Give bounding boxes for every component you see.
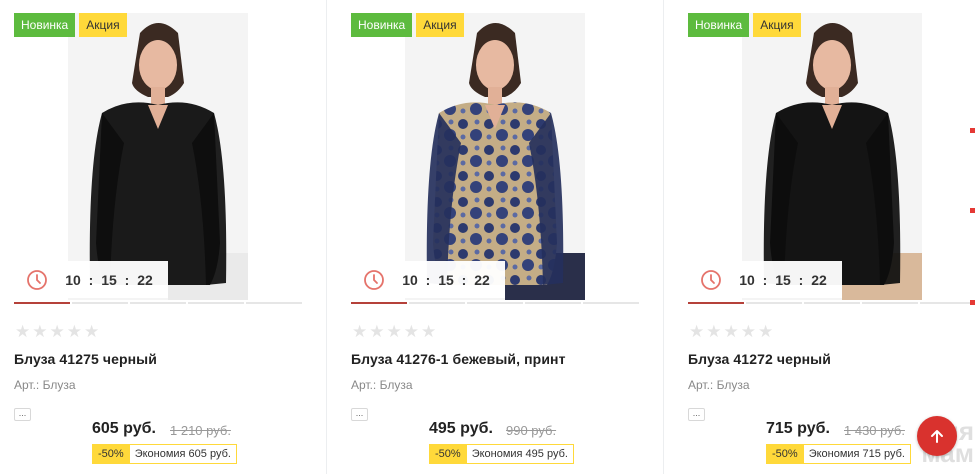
countdown-timer: 10 : 15 : 22 bbox=[14, 261, 168, 298]
current-price: 495 руб. bbox=[429, 420, 493, 437]
star-icon[interactable]: ★ bbox=[84, 323, 99, 340]
timer-hours: 10 bbox=[402, 271, 418, 288]
savings-amount: Экономия 605 руб. bbox=[129, 444, 237, 464]
discount-percent: -50% bbox=[766, 444, 804, 464]
badge-new: Новинка bbox=[688, 13, 750, 37]
edge-marker bbox=[970, 208, 975, 213]
star-icon[interactable]: ★ bbox=[352, 323, 367, 340]
badge-sale: Акция bbox=[753, 13, 801, 37]
product-title-link[interactable]: Блуза 41275 черный bbox=[14, 351, 157, 367]
old-price: 990 руб. bbox=[506, 423, 557, 438]
star-icon[interactable]: ★ bbox=[15, 323, 30, 340]
star-icon[interactable]: ★ bbox=[706, 323, 721, 340]
star-icon[interactable]: ★ bbox=[387, 323, 402, 340]
timer-minutes: 15 bbox=[101, 271, 117, 288]
discount-percent: -50% bbox=[429, 444, 467, 464]
star-icon[interactable]: ★ bbox=[50, 323, 65, 340]
badge-group: Новинка Акция bbox=[14, 13, 127, 37]
current-price: 605 руб. bbox=[92, 420, 156, 437]
discount-badge: -50% Экономия 715 руб. bbox=[766, 444, 911, 464]
timer-separator: : bbox=[762, 271, 768, 288]
timer-hours: 10 bbox=[65, 271, 81, 288]
column-divider bbox=[326, 0, 327, 474]
photo-slider-indicator[interactable] bbox=[688, 302, 975, 304]
column-divider bbox=[663, 0, 664, 474]
model-illustration bbox=[405, 13, 585, 300]
edge-marker bbox=[970, 128, 975, 133]
more-button[interactable]: ... bbox=[688, 408, 705, 421]
countdown-timer: 10 : 15 : 22 bbox=[688, 261, 842, 298]
product-title-link[interactable]: Блуза 41276-1 бежевый, принт bbox=[351, 351, 566, 367]
star-icon[interactable]: ★ bbox=[32, 323, 47, 340]
timer-seconds: 22 bbox=[474, 271, 490, 288]
edge-marker bbox=[970, 300, 975, 305]
rating-stars[interactable]: ★ ★ ★ ★ ★ bbox=[15, 323, 99, 340]
current-price: 715 руб. bbox=[766, 420, 830, 437]
discount-badge: -50% Экономия 605 руб. bbox=[92, 444, 237, 464]
model-illustration bbox=[68, 13, 248, 300]
timer-separator: : bbox=[798, 271, 804, 288]
timer-hours: 10 bbox=[739, 271, 755, 288]
badge-sale: Акция bbox=[416, 13, 464, 37]
product-article: Арт.: Блуза bbox=[688, 378, 750, 392]
badge-group: Новинка Акция bbox=[351, 13, 464, 37]
badge-new: Новинка bbox=[351, 13, 413, 37]
product-article: Арт.: Блуза bbox=[14, 378, 76, 392]
star-icon[interactable]: ★ bbox=[741, 323, 756, 340]
timer-minutes: 15 bbox=[775, 271, 791, 288]
more-button[interactable]: ... bbox=[14, 408, 31, 421]
old-price: 1 210 руб. bbox=[170, 423, 231, 438]
star-icon[interactable]: ★ bbox=[724, 323, 739, 340]
star-icon[interactable]: ★ bbox=[404, 323, 419, 340]
product-article: Арт.: Блуза bbox=[351, 378, 413, 392]
product-grid: Новинка Акция 10 : 15 : 22 ★ ★ ★ ★ ★ Блуза 4… bbox=[0, 0, 975, 474]
savings-amount: Экономия 715 руб. bbox=[803, 444, 911, 464]
countdown-timer: 10 : 15 : 22 bbox=[351, 261, 505, 298]
product-photo[interactable] bbox=[742, 13, 922, 300]
timer-seconds: 22 bbox=[811, 271, 827, 288]
star-icon[interactable]: ★ bbox=[689, 323, 704, 340]
badge-new: Новинка bbox=[14, 13, 76, 37]
badge-sale: Акция bbox=[79, 13, 127, 37]
timer-separator: : bbox=[425, 271, 431, 288]
timer-minutes: 15 bbox=[438, 271, 454, 288]
photo-slider-indicator[interactable] bbox=[14, 302, 302, 304]
timer-seconds: 22 bbox=[137, 271, 153, 288]
arrow-up-icon bbox=[931, 430, 943, 443]
model-illustration bbox=[742, 13, 922, 300]
product-card[interactable]: Новинка Акция 10 : 15 : 22 ★ ★ ★ ★ ★ Блуза 4… bbox=[351, 0, 651, 474]
badge-group: Новинка Акция bbox=[688, 13, 801, 37]
product-photo[interactable] bbox=[405, 13, 585, 300]
timer-separator: : bbox=[88, 271, 94, 288]
clock-icon bbox=[701, 269, 721, 290]
clock-icon bbox=[27, 269, 47, 290]
discount-badge: -50% Экономия 495 руб. bbox=[429, 444, 574, 464]
rating-stars[interactable]: ★ ★ ★ ★ ★ bbox=[689, 323, 773, 340]
star-icon[interactable]: ★ bbox=[369, 323, 384, 340]
rating-stars[interactable]: ★ ★ ★ ★ ★ bbox=[352, 323, 436, 340]
timer-separator: : bbox=[461, 271, 467, 288]
star-icon[interactable]: ★ bbox=[758, 323, 773, 340]
photo-slider-indicator[interactable] bbox=[351, 302, 639, 304]
savings-amount: Экономия 495 руб. bbox=[466, 444, 574, 464]
product-card[interactable]: Новинка Акция 10 : 15 : 22 ★ ★ ★ ★ ★ Блуза 4… bbox=[688, 0, 975, 474]
more-button[interactable]: ... bbox=[351, 408, 368, 421]
timer-separator: : bbox=[124, 271, 130, 288]
scroll-to-top-button[interactable] bbox=[917, 416, 957, 456]
discount-percent: -50% bbox=[92, 444, 130, 464]
clock-icon bbox=[364, 269, 384, 290]
star-icon[interactable]: ★ bbox=[421, 323, 436, 340]
star-icon[interactable]: ★ bbox=[67, 323, 82, 340]
product-title-link[interactable]: Блуза 41272 черный bbox=[688, 351, 831, 367]
product-card[interactable]: Новинка Акция 10 : 15 : 22 ★ ★ ★ ★ ★ Блуза 4… bbox=[14, 0, 314, 474]
product-photo[interactable] bbox=[68, 13, 248, 300]
